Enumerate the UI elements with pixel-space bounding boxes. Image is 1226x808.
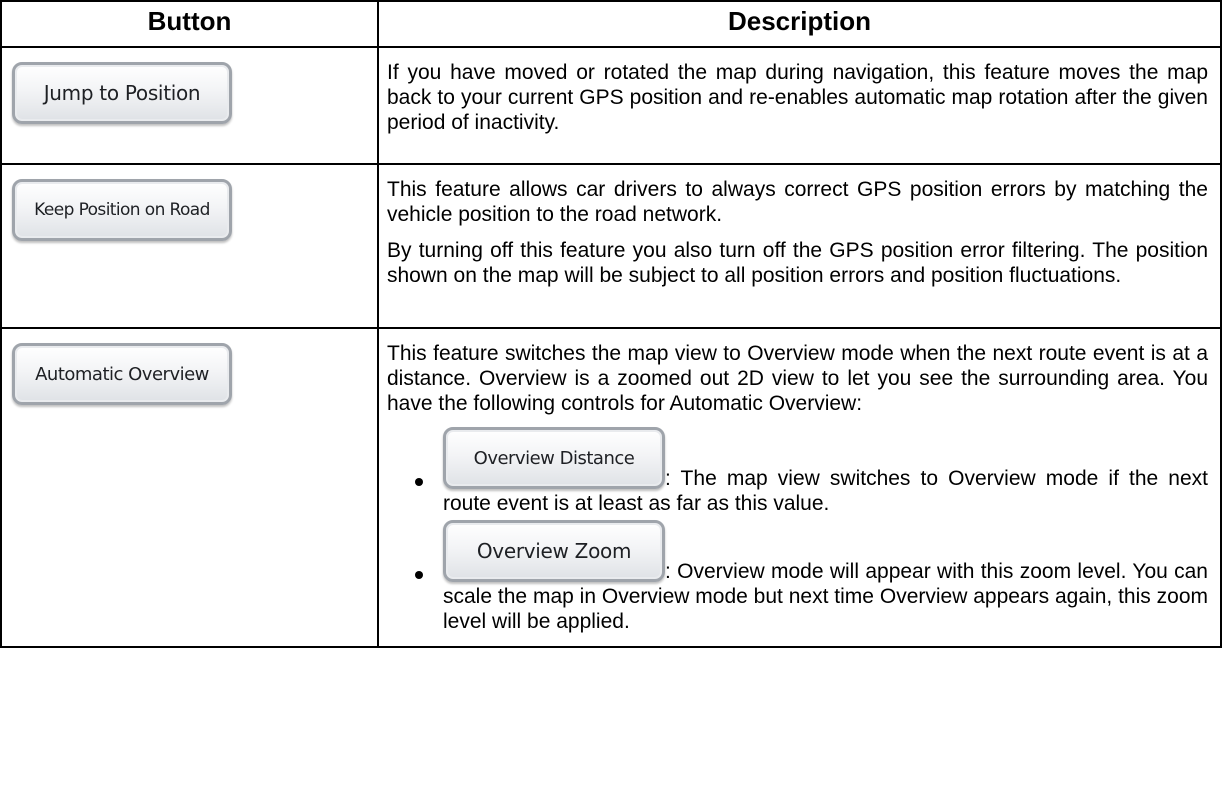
description-text: This feature switches the map view to Ov… [387,342,1208,415]
description-text: By turning off this feature you also tur… [387,239,1208,287]
bullet-icon [415,571,423,579]
header-description: Description [377,0,1222,48]
automatic-overview-button[interactable]: Automatic Overview [12,343,232,405]
keep-position-on-road-button[interactable]: Keep Position on Road [12,179,232,241]
button-cell: Jump to Position [0,46,379,165]
list-item: Overview Zoom: Overview mode will appear… [415,520,1208,634]
table-row: Jump to Position If you have moved or ro… [0,46,1222,165]
table-row: Keep Position on Road This feature allow… [0,163,1222,329]
button-cell: Automatic Overview [0,327,379,648]
overview-distance-button[interactable]: Overview Distance [443,427,665,489]
description-text: If you have moved or rotated the map dur… [387,61,1208,134]
description-cell: This feature switches the map view to Ov… [377,327,1222,648]
jump-to-position-button[interactable]: Jump to Position [12,62,232,124]
button-cell: Keep Position on Road [0,163,379,329]
button-description-table: Button Description Jump to Position If y… [0,0,1222,648]
bullet-icon [415,478,423,486]
table-row: Automatic Overview This feature switches… [0,327,1222,648]
controls-list: Overview Distance: The map view switches… [387,427,1208,634]
list-item: Overview Distance: The map view switches… [415,427,1208,516]
description-cell: This feature allows car drivers to alway… [377,163,1222,329]
overview-zoom-button[interactable]: Overview Zoom [443,520,665,582]
table-header-row: Button Description [0,0,1222,48]
description-cell: If you have moved or rotated the map dur… [377,46,1222,165]
header-button: Button [0,0,379,48]
description-text: This feature allows car drivers to alway… [387,178,1208,226]
